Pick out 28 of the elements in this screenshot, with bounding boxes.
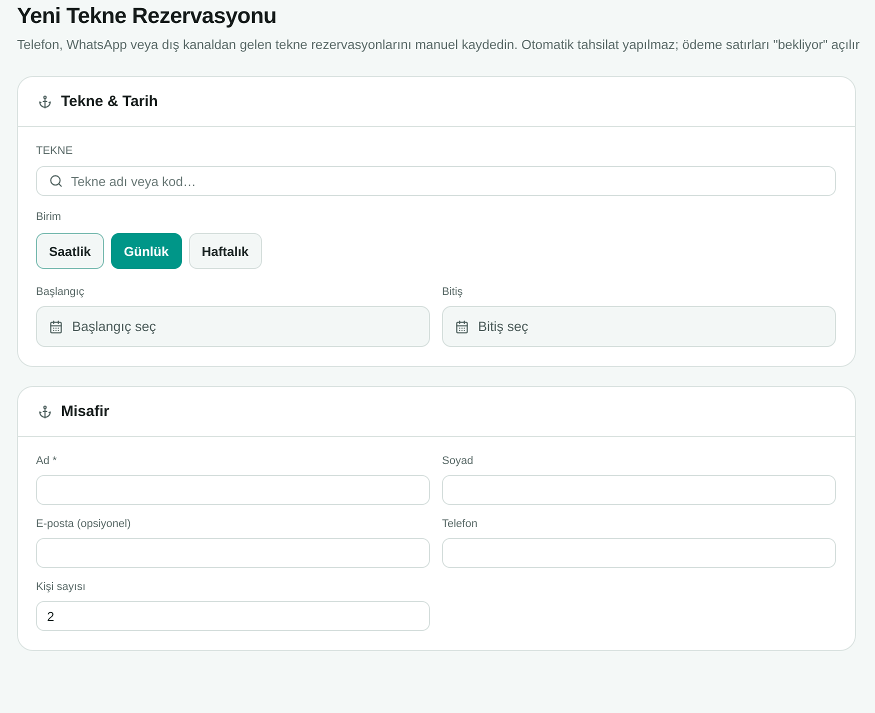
unit-option-button[interactable]: Haftalık: [188, 233, 262, 269]
section-title: Tekne & Tarih: [61, 93, 158, 110]
field-label: Kişi sayısı: [36, 580, 87, 594]
field-label: Telefon: [442, 517, 478, 531]
calendar-icon: [49, 320, 63, 334]
field-label: Bitiş: [442, 285, 464, 299]
anchor-icon: [38, 94, 52, 108]
input-field[interactable]: [442, 538, 836, 568]
field-label: Başlangıç: [36, 285, 86, 299]
field-label: Birim: [36, 210, 62, 224]
field-label: E-posta (opsiyonel): [36, 517, 132, 531]
calendar-icon: [455, 320, 469, 334]
field-label: TEKNE: [36, 144, 74, 158]
unit-option-button[interactable]: Saatlik: [36, 233, 104, 269]
field-label: Ad *: [36, 454, 58, 468]
field-label: Soyad: [442, 454, 474, 468]
unit-option-button[interactable]: Günlük: [110, 233, 182, 269]
date-picker-field[interactable]: Bitiş seç: [442, 306, 836, 347]
anchor-icon: [38, 404, 52, 418]
search-icon: [49, 174, 63, 188]
input-field[interactable]: [36, 538, 430, 568]
input-field[interactable]: [442, 475, 836, 505]
section-title: Misafir: [61, 403, 110, 420]
page-title: Yeni Tekne Rezervasyonu: [17, 2, 278, 30]
input-field[interactable]: [36, 475, 430, 505]
search-field[interactable]: Tekne adı veya kod…: [36, 166, 836, 196]
date-picker-field[interactable]: Başlangıç seç: [36, 306, 430, 347]
input-field[interactable]: 2: [36, 601, 430, 631]
